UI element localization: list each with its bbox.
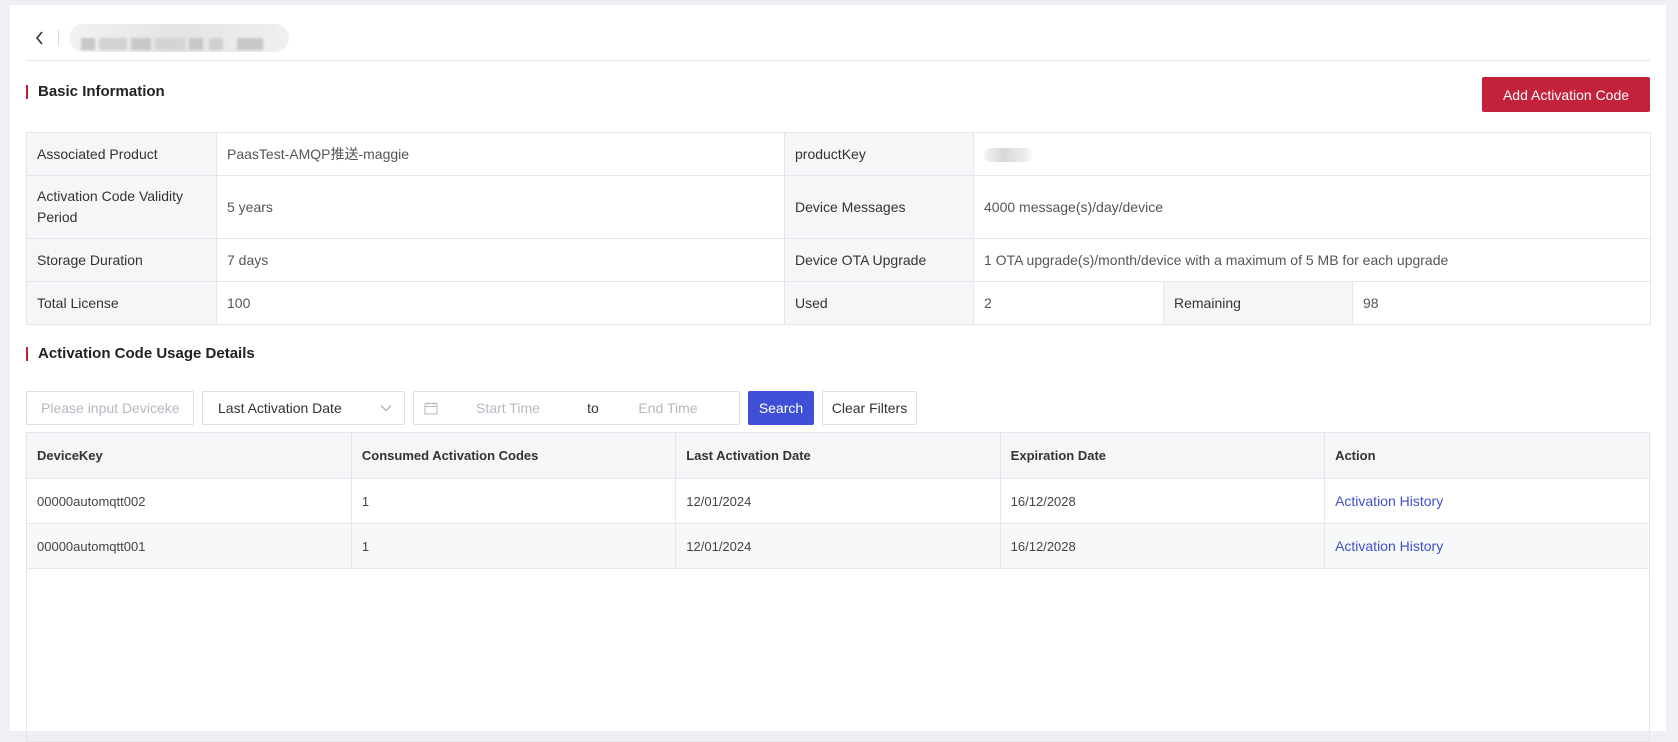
total-license-value: 100 <box>216 281 785 325</box>
range-separator: to <box>587 400 599 416</box>
basic-info-table: Associated Product PaasTest-AMQP推送-maggi… <box>26 132 1651 325</box>
info-row: Storage Duration 7 days Device OTA Upgra… <box>26 238 1651 282</box>
remaining-value: 98 <box>1352 281 1651 325</box>
expiration-cell: 16/12/2028 <box>1000 478 1326 524</box>
header-divider <box>58 29 59 46</box>
chevron-down-icon <box>380 405 392 412</box>
product-key-blurred <box>984 147 1032 162</box>
consumed-cell: 1 <box>351 478 677 524</box>
date-type-select[interactable]: Last Activation Date <box>202 391 405 425</box>
ota-upgrade-value: 1 OTA upgrade(s)/month/device with a max… <box>973 238 1651 282</box>
total-license-label: Total License <box>26 281 217 325</box>
col-consumed: Consumed Activation Codes <box>351 433 677 479</box>
validity-period-value: 5 years <box>216 175 785 239</box>
end-time-input[interactable]: End Time <box>608 400 728 416</box>
col-action: Action <box>1324 433 1649 479</box>
table-row: 00000automqtt001 1 12/01/2024 16/12/2028… <box>27 523 1649 569</box>
info-row: Associated Product PaasTest-AMQP推送-maggi… <box>26 132 1651 176</box>
devicekey-cell: 00000automqtt002 <box>27 478 352 524</box>
ota-upgrade-label: Device OTA Upgrade <box>784 238 974 282</box>
chevron-left-icon <box>35 30 43 45</box>
device-messages-label: Device Messages <box>784 175 974 239</box>
calendar-icon <box>424 402 438 415</box>
start-time-input[interactable]: Start Time <box>438 400 578 416</box>
product-key-label: productKey <box>784 132 974 176</box>
header-bar <box>26 15 1650 61</box>
usage-table-container: DeviceKey Consumed Activation Codes Last… <box>26 432 1650 742</box>
col-expiration: Expiration Date <box>1000 433 1326 479</box>
date-type-selected: Last Activation Date <box>218 400 342 416</box>
activation-history-link[interactable]: Activation History <box>1335 538 1443 554</box>
page: Basic Information Add Activation Code As… <box>10 5 1666 742</box>
used-value: 2 <box>973 281 1164 325</box>
devicekey-search-input[interactable] <box>26 391 194 425</box>
action-cell: Activation History <box>1324 478 1649 524</box>
last-activation-cell: 12/01/2024 <box>675 523 1001 569</box>
usage-table: DeviceKey Consumed Activation Codes Last… <box>27 433 1649 569</box>
col-devicekey: DeviceKey <box>27 433 352 479</box>
clear-filters-button[interactable]: Clear Filters <box>822 391 917 425</box>
associated-product-value: PaasTest-AMQP推送-maggie <box>216 132 785 176</box>
remaining-label: Remaining <box>1163 281 1353 325</box>
date-range-picker[interactable]: Start Time to End Time <box>413 391 740 425</box>
activation-history-link[interactable]: Activation History <box>1335 493 1443 509</box>
search-button[interactable]: Search <box>748 391 814 425</box>
filter-bar: Last Activation Date Start Time to End T… <box>26 391 917 425</box>
expiration-cell: 16/12/2028 <box>1000 523 1326 569</box>
table-header-row: DeviceKey Consumed Activation Codes Last… <box>27 433 1649 479</box>
col-last-activation: Last Activation Date <box>675 433 1001 479</box>
validity-period-label: Activation Code Validity Period <box>26 175 217 239</box>
last-activation-cell: 12/01/2024 <box>675 478 1001 524</box>
info-row: Total License 100 Used 2 Remaining 98 <box>26 281 1651 325</box>
product-key-value <box>973 132 1651 176</box>
storage-duration-label: Storage Duration <box>26 238 217 282</box>
page-title-blurred <box>69 23 289 52</box>
basic-info-title: Basic Information <box>26 83 165 100</box>
back-button[interactable] <box>28 26 52 50</box>
storage-duration-value: 7 days <box>216 238 785 282</box>
info-row: Activation Code Validity Period 5 years … <box>26 175 1651 239</box>
associated-product-label: Associated Product <box>26 132 217 176</box>
device-messages-value: 4000 message(s)/day/device <box>973 175 1651 239</box>
action-cell: Activation History <box>1324 523 1649 569</box>
used-label: Used <box>784 281 974 325</box>
devicekey-cell: 00000automqtt001 <box>27 523 352 569</box>
table-row: 00000automqtt002 1 12/01/2024 16/12/2028… <box>27 478 1649 524</box>
usage-details-title: Activation Code Usage Details <box>26 345 255 362</box>
add-activation-code-button[interactable]: Add Activation Code <box>1482 77 1650 112</box>
consumed-cell: 1 <box>351 523 677 569</box>
